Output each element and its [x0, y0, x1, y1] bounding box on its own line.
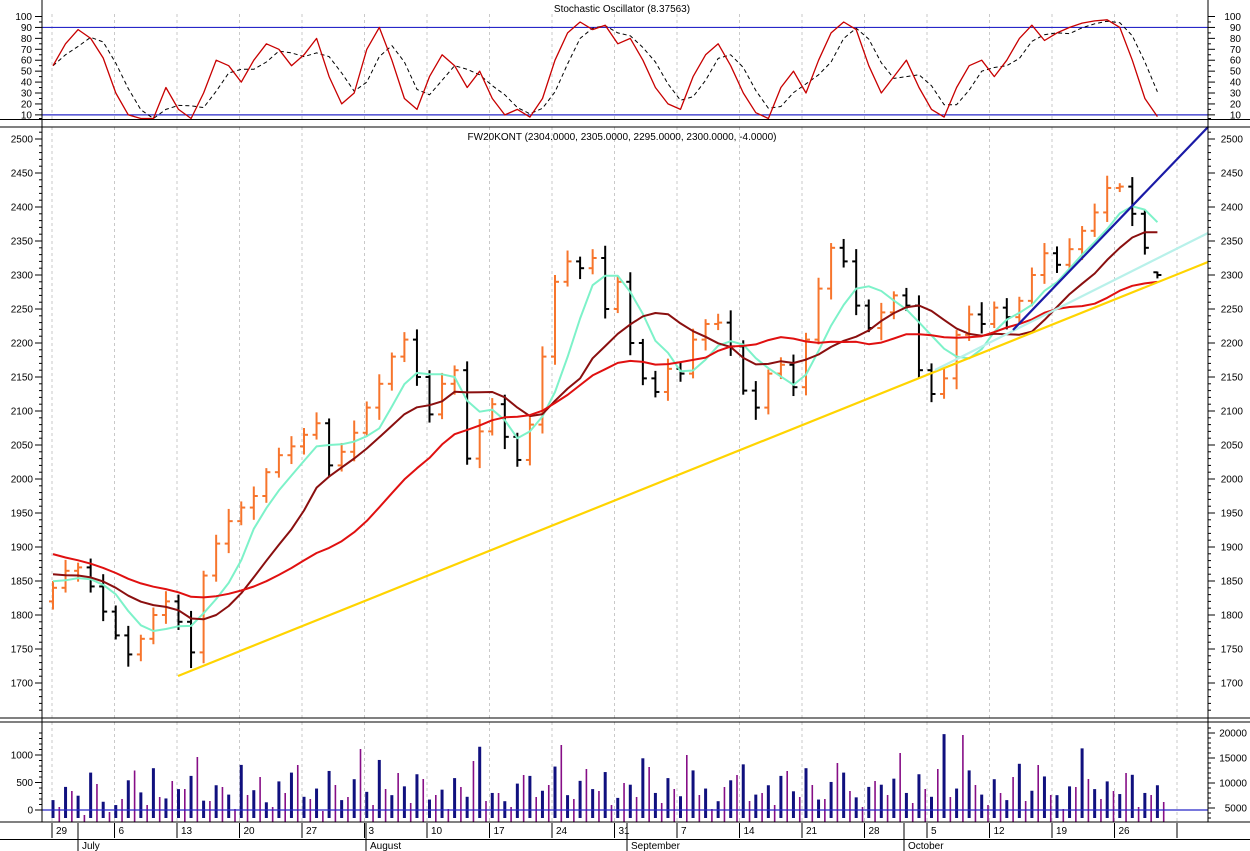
price-axis-label-left: 2000: [11, 475, 34, 486]
osc-axis-label-left: 50: [21, 67, 33, 78]
chart-canvas: 100 10090 9080 8070 7060 6050 5040 4030 3020 2010…: [0, 0, 1250, 851]
week-label: 29: [56, 826, 68, 837]
osc-axis-label-left: 30: [21, 89, 33, 100]
price-axis-label-left: 2150: [11, 373, 34, 384]
volume-axis-label-right: 20000: [1219, 729, 1247, 740]
month-label: August: [370, 841, 401, 851]
osc-axis-label-left: 40: [21, 78, 33, 89]
price-axis-label-right: 2200: [1221, 339, 1244, 350]
osc-axis-label-left: 80: [21, 34, 33, 45]
month-label: July: [82, 841, 100, 851]
week-label: 19: [1056, 826, 1068, 837]
osc-axis-label-right: 20: [1230, 99, 1242, 110]
price-title: FW20KONT (2304.0000, 2305.0000, 2295.000…: [468, 132, 777, 143]
price-axis-label-left: 2100: [11, 407, 34, 418]
price-axis-label-right: 1750: [1221, 645, 1244, 656]
month-label: September: [631, 841, 681, 851]
price-axis-label-left: 2400: [11, 203, 34, 214]
week-label: 28: [869, 826, 881, 837]
price-axis-label-right: 1850: [1221, 577, 1244, 588]
osc-axis-label-right: 50: [1230, 67, 1242, 78]
volume-axis-label-left: 1000: [11, 751, 34, 762]
price-axis-label-right: 2100: [1221, 407, 1244, 418]
price-axis-label-right: 2050: [1221, 441, 1244, 452]
week-label: 31: [619, 826, 631, 837]
week-label: 20: [244, 826, 256, 837]
osc-axis-label-left: 70: [21, 45, 33, 56]
price-axis-label-left: 1950: [11, 509, 34, 520]
price-axis-label-right: 2250: [1221, 305, 1244, 316]
osc-axis-label-left: 90: [21, 23, 33, 34]
price-axis-label-right: 1700: [1221, 679, 1244, 690]
week-label: 3: [369, 826, 375, 837]
week-label: 7: [681, 826, 687, 837]
month-label: October: [908, 841, 944, 851]
price-axis-label-left: 1850: [11, 577, 34, 588]
week-label: 26: [1119, 826, 1131, 837]
price-axis-label-left: 2250: [11, 305, 34, 316]
osc-axis-label-right: 30: [1230, 89, 1242, 100]
week-label: 10: [431, 826, 443, 837]
price-axis-label-right: 1800: [1221, 611, 1244, 622]
price-axis-label-left: 2500: [11, 135, 34, 146]
week-label: 17: [494, 826, 506, 837]
oscillator-plot-area[interactable]: [42, 0, 1208, 119]
price-axis-label-right: 2150: [1221, 373, 1244, 384]
price-axis-label-right: 2450: [1221, 169, 1244, 180]
osc-axis-label-left: 100: [15, 12, 32, 23]
week-label: 27: [306, 826, 318, 837]
price-axis-label-left: 2450: [11, 169, 34, 180]
price-plot-area[interactable]: [42, 127, 1208, 718]
price-axis-label-right: 1950: [1221, 509, 1244, 520]
price-axis-label-right: 2500: [1221, 135, 1244, 146]
price-axis-label-left: 2200: [11, 339, 34, 350]
price-axis-label-left: 2300: [11, 271, 34, 282]
price-axis-label-left: 1800: [11, 611, 34, 622]
price-axis-label-right: 2350: [1221, 237, 1244, 248]
week-label: 12: [994, 826, 1006, 837]
osc-axis-label-right: 100: [1224, 12, 1241, 23]
price-axis-label-left: 1700: [11, 679, 34, 690]
osc-axis-label-right: 60: [1230, 56, 1242, 67]
week-label: 6: [119, 826, 125, 837]
volume-axis-label-right: 15000: [1219, 754, 1247, 765]
volume-axis-label-left: 500: [16, 778, 33, 789]
osc-axis-label-right: 80: [1230, 34, 1242, 45]
price-axis-label-right: 2000: [1221, 475, 1244, 486]
volume-axis-label-right: 10000: [1219, 779, 1247, 790]
price-axis-label-right: 1900: [1221, 543, 1244, 554]
volume-axis-label-right: 5000: [1225, 804, 1248, 815]
volume-axis-label-left: 0: [27, 806, 33, 817]
price-axis-label-right: 2300: [1221, 271, 1244, 282]
week-label: 5: [931, 826, 937, 837]
week-label: 24: [556, 826, 568, 837]
osc-axis-label-right: 70: [1230, 45, 1242, 56]
oscillator-title: Stochastic Oscillator (8.37563): [554, 4, 690, 15]
price-axis-label-right: 2400: [1221, 203, 1244, 214]
week-label: 21: [806, 826, 818, 837]
week-label: 13: [181, 826, 193, 837]
price-axis-label-left: 1750: [11, 645, 34, 656]
osc-axis-label-left: 60: [21, 56, 33, 67]
osc-axis-label-left: 20: [21, 99, 33, 110]
osc-axis-label-right: 90: [1230, 23, 1242, 34]
chart-window: 100 100 90 90 80 80 70 70 60 60 50 50 40 40 30 30 20 20 10…: [0, 0, 1250, 851]
price-axis-label-left: 2050: [11, 441, 34, 452]
week-label: 14: [744, 826, 756, 837]
osc-axis-label-right: 40: [1230, 78, 1242, 89]
price-axis-label-left: 2350: [11, 237, 34, 248]
price-axis-label-left: 1900: [11, 543, 34, 554]
